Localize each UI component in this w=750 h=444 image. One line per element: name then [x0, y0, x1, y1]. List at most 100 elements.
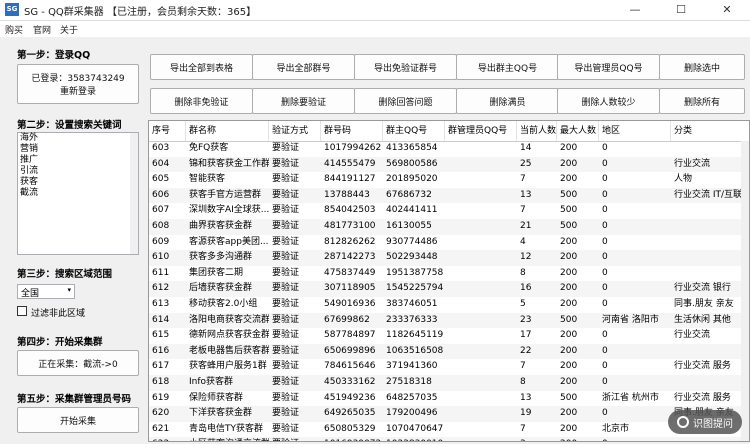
delete-verify-button[interactable]: 删除要验证: [252, 88, 355, 114]
table-cell: 200: [560, 283, 578, 294]
table-row[interactable]: 607 深圳数字AI全球获... 要验证 854042503 402441411 7 500…: [149, 203, 749, 219]
table-cell: 784615646: [324, 361, 376, 372]
close-button[interactable]: ✕: [704, 0, 750, 20]
table-cell: 1017994262: [324, 143, 382, 153]
delete-all-button[interactable]: 删除所有: [659, 88, 745, 114]
table-row[interactable]: 615 德新网点获客获金群 要验证 587784897 1182645119 17 200 0…: [149, 328, 749, 344]
table-row[interactable]: 611 集团获客二期 要验证 475837449 1951387758 8 200 0: [149, 266, 749, 282]
delete-full-button[interactable]: 删除满员: [456, 88, 559, 114]
column-header[interactable]: 群号码: [321, 121, 383, 141]
table-row[interactable]: 613 移动获客2.0小组 要验证 549016936 383746051 5 200 0 同事…: [149, 297, 749, 313]
group-table[interactable]: 序号 群名称 验证方式 群号码 群主QQ号 群管理员QQ号 当前人数 最大人数 地区 分类 603…: [148, 120, 750, 442]
table-cell: 要验证: [272, 158, 300, 169]
column-header[interactable]: 分类: [671, 121, 749, 141]
column-header[interactable]: 群名称: [186, 121, 269, 141]
table-cell: [671, 344, 749, 360]
region-select[interactable]: 全国 ▾: [17, 284, 75, 299]
column-header[interactable]: 地区: [599, 121, 671, 141]
table-row[interactable]: 619 保险师获客群 要验证 451949236 648257035 13 500 浙江省 杭…: [149, 391, 749, 407]
keyword-line: 推广: [20, 155, 39, 165]
table-cell: 7: [520, 423, 526, 434]
table-row[interactable]: 603 免FQ获客 要验证 1017994262 413365854 14 200 0: [149, 141, 749, 157]
keyword-scrollbar[interactable]: [130, 133, 138, 254]
table-row[interactable]: 608 曲界获客获金群 要验证 481773100 16130055 21 500 0: [149, 219, 749, 235]
delete-question-button[interactable]: 删除回答问题: [354, 88, 457, 114]
column-header[interactable]: 当前人数: [517, 121, 557, 141]
table-cell: 451949236: [324, 392, 376, 403]
collect-admins-button[interactable]: 开始采集: [17, 407, 139, 433]
camera-icon: [677, 416, 689, 428]
table-row[interactable]: 609 客源获客app美团... 要验证 812826262 930774486 4 200…: [149, 235, 749, 251]
table-cell: 要验证: [272, 299, 300, 309]
table-cell: 607: [152, 205, 170, 216]
step5-group: 第五步：采集群管理员号码: [17, 391, 139, 405]
collect-groups-button[interactable]: 正在采集：截流->0: [17, 350, 139, 376]
table-cell: 13: [520, 189, 532, 200]
column-header[interactable]: 序号: [149, 121, 186, 141]
table-cell: 307118905: [324, 283, 376, 294]
keyword-textarea[interactable]: 海外 营销 推广 引流 获客 截流: [17, 132, 139, 255]
maximize-button[interactable]: ☐: [658, 0, 704, 20]
table-cell: 0: [602, 174, 608, 185]
table-header: 序号 群名称 验证方式 群号码 群主QQ号 群管理员QQ号 当前人数 最大人数 地区 分类: [149, 121, 749, 142]
export-all-groups-button[interactable]: 导出全部群号: [252, 54, 355, 80]
table-cell: 1063516508: [386, 345, 444, 356]
menu-website[interactable]: 官网: [33, 23, 51, 36]
table-row[interactable]: 610 获客多多沟通群 要验证 287142273 502293448 12 200 0: [149, 250, 749, 266]
table-cell: 23: [520, 314, 532, 325]
export-all-excel-button[interactable]: 导出全部到表格: [150, 54, 253, 80]
table-cell: 609: [152, 236, 170, 247]
table-row[interactable]: 604 锦和获客获金工作群 要验证 414555479 569800586 25 200 0 行…: [149, 156, 749, 173]
table-row[interactable]: 612 后墙获客获金群 要验证 307118905 1545225794 16 200 0 行业…: [149, 281, 749, 297]
table-row[interactable]: 605 智能获客 要验证 844191127 201895020 7 200 0 人物: [149, 172, 749, 188]
export-free-groups-button[interactable]: 导出免验证群号: [354, 54, 457, 80]
table-scrollbar[interactable]: [741, 141, 749, 441]
table-cell: [671, 235, 749, 251]
table-cell: 603: [152, 143, 170, 153]
table-row[interactable]: 622小区获客沟通交流群要验证10169390721023830010 32000: [149, 437, 749, 441]
column-header[interactable]: 群管理员QQ号: [445, 121, 517, 141]
table-cell: 德新网点获客获金群: [189, 330, 269, 341]
filter-region-checkbox[interactable]: [17, 306, 27, 316]
table-row[interactable]: 621 青岛电信TY获客群 要验证 650805329 1070470647 7 200 北京…: [149, 422, 749, 438]
table-cell: 0: [602, 299, 608, 309]
collect-status: 正在采集：截流->0: [38, 359, 118, 370]
minimize-button[interactable]: —: [612, 0, 658, 20]
table-cell: [445, 266, 517, 282]
delete-selected-button[interactable]: 删除选中: [659, 54, 745, 80]
table-row[interactable]: 617 获客蜂用户服务1群 要验证 784615646 371941360 7 200 0 行业…: [149, 359, 749, 375]
table-row[interactable]: 606 获客手官方运营群 要验证 13788443 67686732 13 500 0 行业交流…: [149, 187, 749, 204]
table-cell: 383746051: [386, 299, 438, 309]
menu-bar: 购买 官网 关于: [0, 21, 750, 37]
table-cell: 12: [520, 252, 532, 263]
menu-about[interactable]: 关于: [60, 23, 78, 36]
delete-non-free-button[interactable]: 删除非免验证: [150, 88, 253, 114]
table-cell: 要验证: [272, 267, 300, 278]
table-cell: [445, 281, 517, 297]
table-row[interactable]: 618 Info获客群 要验证 450333162 27518318 8 200 0: [149, 375, 749, 391]
chevron-down-icon: ▾: [67, 286, 71, 294]
table-cell: 500: [560, 314, 578, 325]
table-cell: 413365854: [386, 143, 438, 153]
table-cell: 854042503: [324, 205, 376, 216]
table-row[interactable]: 620下洋获客获金群要验证649265035179200496192000同事.…: [149, 406, 749, 422]
step4-group: 第四步：开始采集群: [17, 334, 139, 348]
login-status: 已登录：3583743249: [31, 74, 125, 84]
menu-buy[interactable]: 购买: [5, 23, 23, 36]
export-owner-qq-button[interactable]: 导出群主QQ号: [456, 54, 559, 80]
relogin-button[interactable]: 已登录：3583743249 重新登录: [17, 64, 139, 104]
column-header[interactable]: 群主QQ号: [383, 121, 445, 141]
table-cell: 免FQ获客: [189, 143, 229, 153]
table-cell: [671, 250, 749, 266]
table-cell: Info获客群: [189, 377, 234, 387]
column-header[interactable]: 最大人数: [557, 121, 599, 141]
table-row[interactable]: 616 老板电器售后获客群 要验证 650699896 1063516508 22 200 0: [149, 343, 749, 360]
export-admin-qq-button[interactable]: 导出管理员QQ号: [557, 54, 660, 80]
table-row[interactable]: 614 洛阳电商获客交流群 要验证 67699862 233376333 23 500 河南省…: [149, 312, 749, 329]
delete-few-members-button[interactable]: 删除人数较少: [557, 88, 660, 114]
table-cell: 200: [560, 143, 578, 153]
table-cell: [445, 406, 517, 422]
column-header[interactable]: 验证方式: [269, 121, 321, 141]
table-cell: 行业交流 IT/互联: [674, 189, 743, 200]
table-cell: 要验证: [272, 392, 300, 403]
